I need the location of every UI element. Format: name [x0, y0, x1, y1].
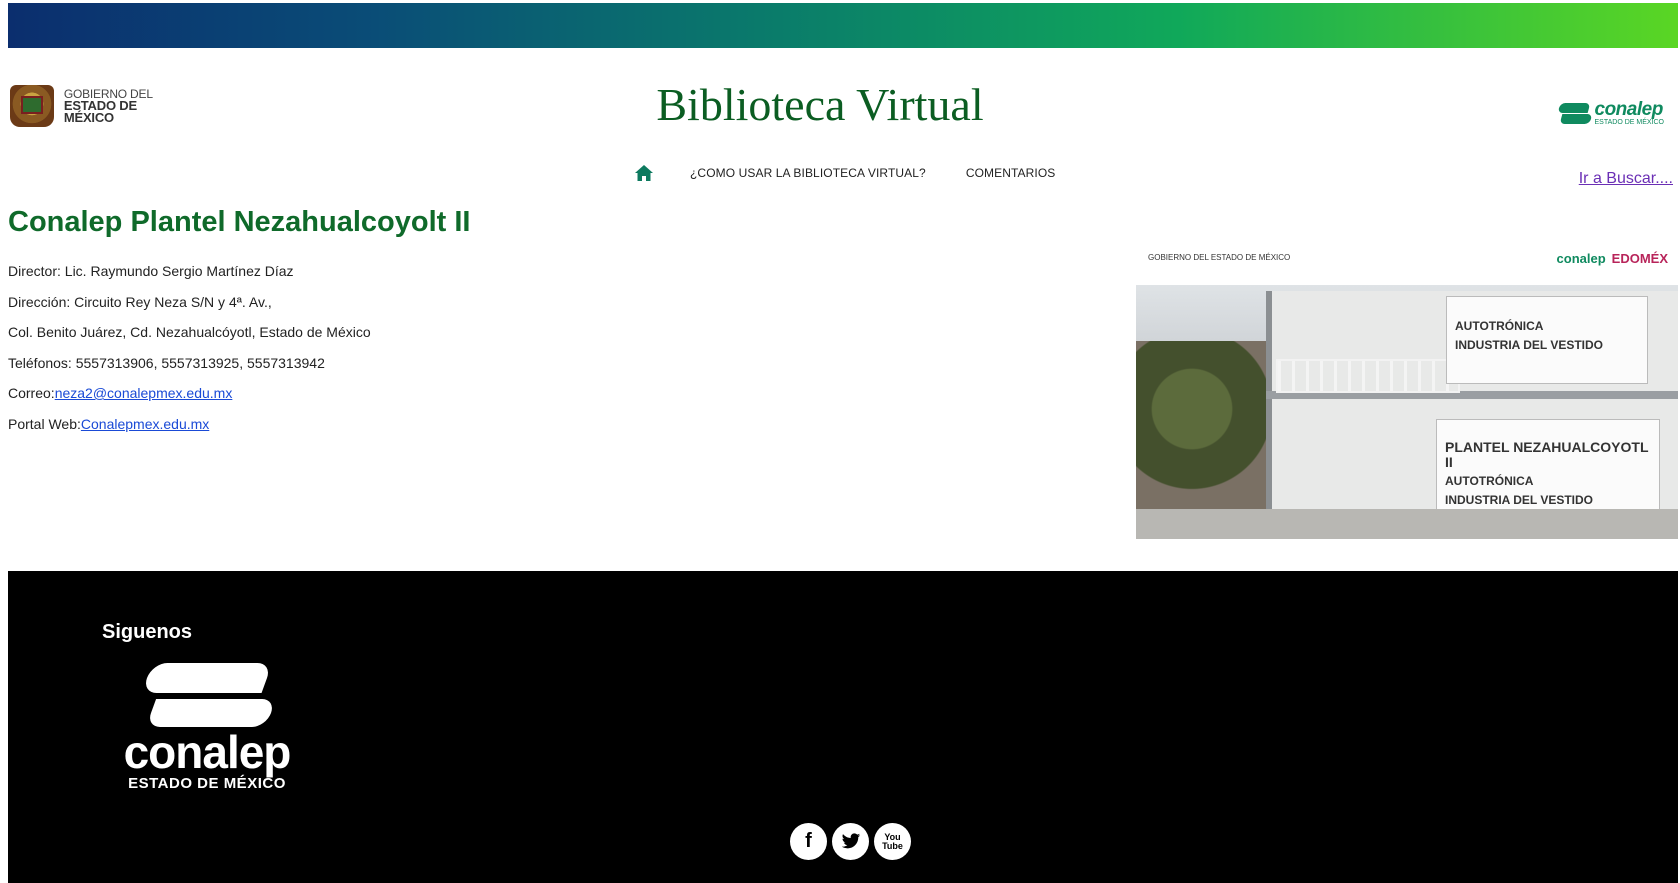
footer: Siguenos conalep ESTADO DE MÉXICO f You …	[8, 571, 1678, 883]
conalep-logo-sub: ESTADO DE MÉXICO	[1594, 119, 1665, 126]
conalep-footer-logo: conalep ESTADO DE MÉXICO	[102, 663, 312, 792]
facebook-icon[interactable]: f	[790, 823, 827, 860]
main-nav: ¿COMO USAR LA BIBLIOTECA VIRTUAL? COMENT…	[634, 164, 1095, 182]
footer-logo-sub: ESTADO DE MÉXICO	[128, 775, 286, 792]
home-icon[interactable]	[634, 164, 654, 182]
conalep-footer-mark-icon	[147, 663, 267, 727]
footer-logo-name: conalep	[123, 726, 292, 778]
twitter-icon[interactable]	[832, 823, 869, 860]
top-gradient-bar	[8, 3, 1678, 48]
siguenos-heading: Siguenos	[102, 621, 193, 643]
youtube-icon[interactable]: You Tube	[874, 823, 911, 860]
web-label: Portal Web:	[8, 415, 81, 432]
building-sign-lower: PLANTEL NEZAHUALCOYOTL II AUTOTRÓNICA IN…	[1436, 419, 1660, 517]
site-title: Biblioteca Virtual	[656, 79, 984, 130]
plantel-info: Director: Lic. Raymundo Sergio Martínez …	[8, 263, 371, 446]
plantel-photo: GOBIERNO DEL ESTADO DE MÉXICO conalep EDO…	[1136, 241, 1678, 539]
director-text: Director: Lic. Raymundo Sergio Martínez …	[8, 263, 294, 279]
photo-header-right: conalep	[1556, 251, 1606, 266]
email-row: Correo:neza2@conalepmex.edu.mx	[8, 385, 371, 403]
email-link[interactable]: neza2@conalepmex.edu.mx	[55, 385, 233, 401]
ir-a-buscar-link[interactable]: Ir a Buscar....	[1579, 170, 1673, 188]
photo-header: GOBIERNO DEL ESTADO DE MÉXICO conalep EDO…	[1136, 241, 1678, 285]
balcony-rail	[1276, 359, 1460, 393]
nav-comentarios[interactable]: COMENTARIOS	[966, 166, 1056, 180]
web-row: Portal Web:Conalepmex.edu.mx	[8, 416, 371, 434]
address-line2: Col. Benito Juárez, Cd. Nezahualcóyotl, …	[8, 324, 371, 340]
nav-como-usar[interactable]: ¿COMO USAR LA BIBLIOTECA VIRTUAL?	[690, 166, 926, 180]
photo-header-left: GOBIERNO DEL ESTADO DE MÉXICO	[1148, 253, 1291, 262]
photo-header-right2: EDOMÉX	[1611, 251, 1668, 266]
building-sign-upper: AUTOTRÓNICA INDUSTRIA DEL VESTIDO	[1446, 296, 1648, 384]
email-label: Correo:	[8, 385, 55, 401]
address-line1: Dirección: Circuito Rey Neza S/N y 4ª. A…	[8, 293, 272, 310]
social-links: f You Tube	[790, 823, 911, 860]
web-link[interactable]: Conalepmex.edu.mx	[81, 416, 209, 432]
conalep-mark-icon	[1559, 101, 1591, 125]
plantel-title: Conalep Plantel Nezahualcoyolt II	[8, 206, 471, 238]
conalep-logo-name: conalep	[1594, 99, 1664, 120]
conalep-header-logo[interactable]: conalep ESTADO DE MÉXICO	[1559, 100, 1665, 126]
phones-text: Teléfonos: 5557313906, 5557313925, 55573…	[8, 354, 325, 371]
